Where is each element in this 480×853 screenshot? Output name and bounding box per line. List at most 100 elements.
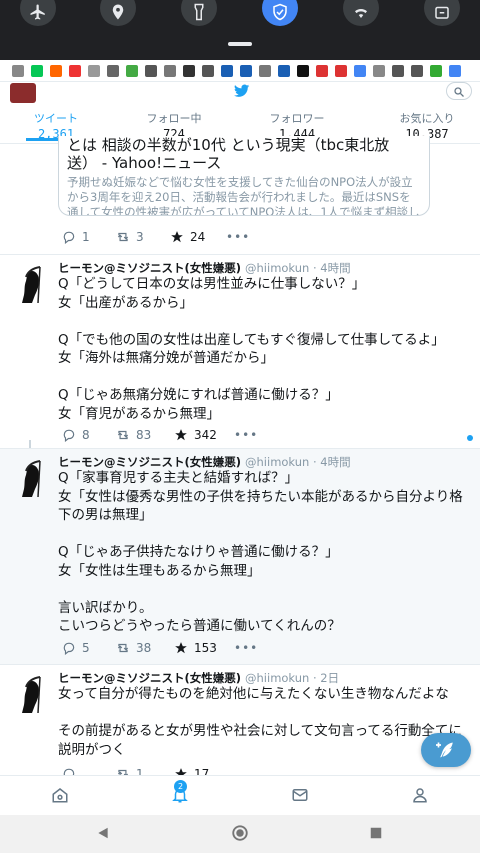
notifications-badge: 2 — [174, 780, 187, 793]
twitter-bird-icon — [234, 84, 250, 97]
building-icon — [278, 64, 290, 77]
stat-label: フォロー中 — [146, 112, 202, 125]
battery-saver-icon[interactable] — [424, 0, 460, 26]
reply-button[interactable] — [62, 767, 116, 775]
reaper-avatar-icon[interactable] — [10, 675, 48, 715]
retweet-count: 38 — [136, 641, 152, 655]
reply-button[interactable]: 8 — [62, 428, 116, 442]
alert-icon — [183, 64, 195, 77]
tweet-item[interactable]: ヒーモン@ミソジニスト(女性嫌悪) @hiimokun · 2日 女って自分が得た… — [0, 665, 480, 775]
like-count: 153 — [194, 641, 217, 655]
quick-settings-panel — [0, 0, 480, 60]
news-icon — [164, 64, 176, 77]
search-icon — [454, 87, 464, 97]
au-icon — [50, 64, 62, 77]
reply-count: 1 — [82, 230, 90, 244]
reply-icon — [63, 231, 75, 244]
retweet-count: 1 — [136, 767, 144, 775]
tiktok-icon — [297, 64, 309, 77]
star-icon — [171, 231, 183, 243]
link-card-title-line: 送） - Yahoo!ニュース — [67, 154, 222, 172]
flashlight-icon[interactable] — [181, 0, 217, 26]
reply-button[interactable]: 5 — [62, 641, 116, 655]
tweet-item[interactable]: ヒーモン@ミソジニスト(女性嫌悪) @hiimokun · 4時間 Q「どうして日… — [0, 255, 480, 448]
retweet-button[interactable]: 38 — [116, 641, 174, 655]
profile-header — [0, 82, 480, 106]
stat-label: フォロワー — [269, 112, 325, 125]
mail-icon — [259, 64, 271, 77]
like-button[interactable]: 153 — [174, 641, 234, 655]
link-card-title-line: とは 相談の半数が10代 という現実（tbc東北放 — [67, 136, 390, 154]
back-triangle-icon[interactable] — [96, 826, 110, 840]
star-icon — [175, 642, 187, 654]
location-icon[interactable] — [100, 0, 136, 26]
line-icon — [31, 64, 43, 77]
author-handle-time: @hiimokun · 4時間 — [245, 455, 351, 469]
reply-count: 8 — [82, 428, 90, 442]
reply-button[interactable]: 1 — [62, 230, 116, 244]
app-tab-bar: 2 — [0, 775, 480, 815]
tweet-actions: 5 38 153 ••• — [62, 641, 258, 655]
more-options-icon[interactable]: ••• — [234, 641, 258, 655]
tweet-actions: 1 17 — [62, 767, 234, 775]
back-arrow-icon — [202, 64, 214, 77]
retweet-icon — [117, 430, 129, 440]
tweet-text: Q「家事育児する主夫と結婚すれば？」 女「女性は優秀な男性の子供を持ちたい本能が… — [58, 470, 463, 634]
author-handle-time: @hiimokun · 2日 — [245, 671, 340, 685]
link-card[interactable]: とは 相談の半数が10代 という現実（tbc東北放 送） - Yahoo!ニュー… — [58, 136, 430, 216]
author-name[interactable]: ヒーモン@ミソジニスト(女性嫌悪) — [58, 671, 241, 685]
compose-feather-icon — [436, 742, 453, 758]
retweet-icon — [117, 232, 129, 242]
gmail-icon — [316, 64, 328, 77]
like-count: 17 — [194, 767, 210, 775]
home-icon[interactable] — [51, 786, 69, 804]
like-count: 24 — [190, 230, 206, 244]
system-navigation-bar — [0, 815, 480, 853]
app-icon — [373, 64, 385, 77]
app-icon — [145, 64, 157, 77]
reply-icon — [63, 642, 75, 655]
profile-icon[interactable] — [411, 786, 429, 804]
tweet-item[interactable]: ヒーモン@ミソジニスト(女性嫌悪) @hiimokun · 4時間 Q「家事育児す… — [0, 449, 480, 664]
retweet-button[interactable]: 83 — [116, 428, 174, 442]
check-icon — [411, 64, 423, 77]
compose-tweet-button[interactable] — [421, 733, 471, 767]
check-icon — [392, 64, 404, 77]
profile-avatar[interactable] — [10, 83, 36, 103]
tweet-actions: 1 3 24 ••• — [62, 230, 250, 244]
wifi-icon[interactable] — [343, 0, 379, 26]
like-button[interactable]: 342 — [174, 428, 234, 442]
more-options-icon[interactable]: ••• — [226, 230, 250, 244]
recents-square-icon[interactable] — [369, 826, 383, 840]
more-options-icon[interactable]: ••• — [234, 428, 258, 442]
like-button[interactable]: 17 — [174, 767, 234, 775]
link-card-description: 予期せぬ妊娠などで悩む女性を支援してきた仙台のNPO法人が設立から3周年を迎え2… — [67, 175, 420, 216]
bank-icon — [69, 64, 81, 77]
gmail-icon — [335, 64, 347, 77]
author-name[interactable]: ヒーモン@ミソジニスト(女性嫌悪) — [58, 261, 241, 275]
retweet-icon — [117, 769, 129, 775]
retweet-count: 3 — [136, 230, 144, 244]
stat-label: ツイート — [34, 112, 78, 125]
scroll-indicator — [467, 435, 473, 441]
shade-handle[interactable] — [228, 42, 252, 46]
retweet-button[interactable]: 1 — [116, 767, 174, 775]
author-name[interactable]: ヒーモン@ミソジニスト(女性嫌悪) — [58, 455, 241, 469]
play-icon — [430, 64, 442, 77]
search-button[interactable] — [446, 82, 472, 100]
retweet-count: 83 — [136, 428, 152, 442]
home-circle-icon[interactable] — [231, 824, 249, 842]
tweet-text: 女って自分が得たものを絶対他に与えたくない生き物なんだよな その前提があると女が… — [58, 686, 462, 758]
google-icon — [354, 64, 366, 77]
vpn-shield-icon[interactable] — [262, 0, 298, 26]
airplane-icon[interactable] — [20, 0, 56, 26]
like-count: 342 — [194, 428, 217, 442]
retweet-button[interactable]: 3 — [116, 230, 170, 244]
like-button[interactable]: 24 — [170, 230, 226, 244]
reply-icon — [63, 429, 75, 442]
fish-icon — [88, 64, 100, 77]
messages-icon[interactable] — [291, 786, 309, 804]
tweet-header: ヒーモン@ミソジニスト(女性嫌悪) @hiimokun · 4時間 — [58, 454, 351, 470]
reaper-avatar-icon[interactable] — [10, 459, 48, 499]
reaper-avatar-icon[interactable] — [10, 265, 48, 305]
